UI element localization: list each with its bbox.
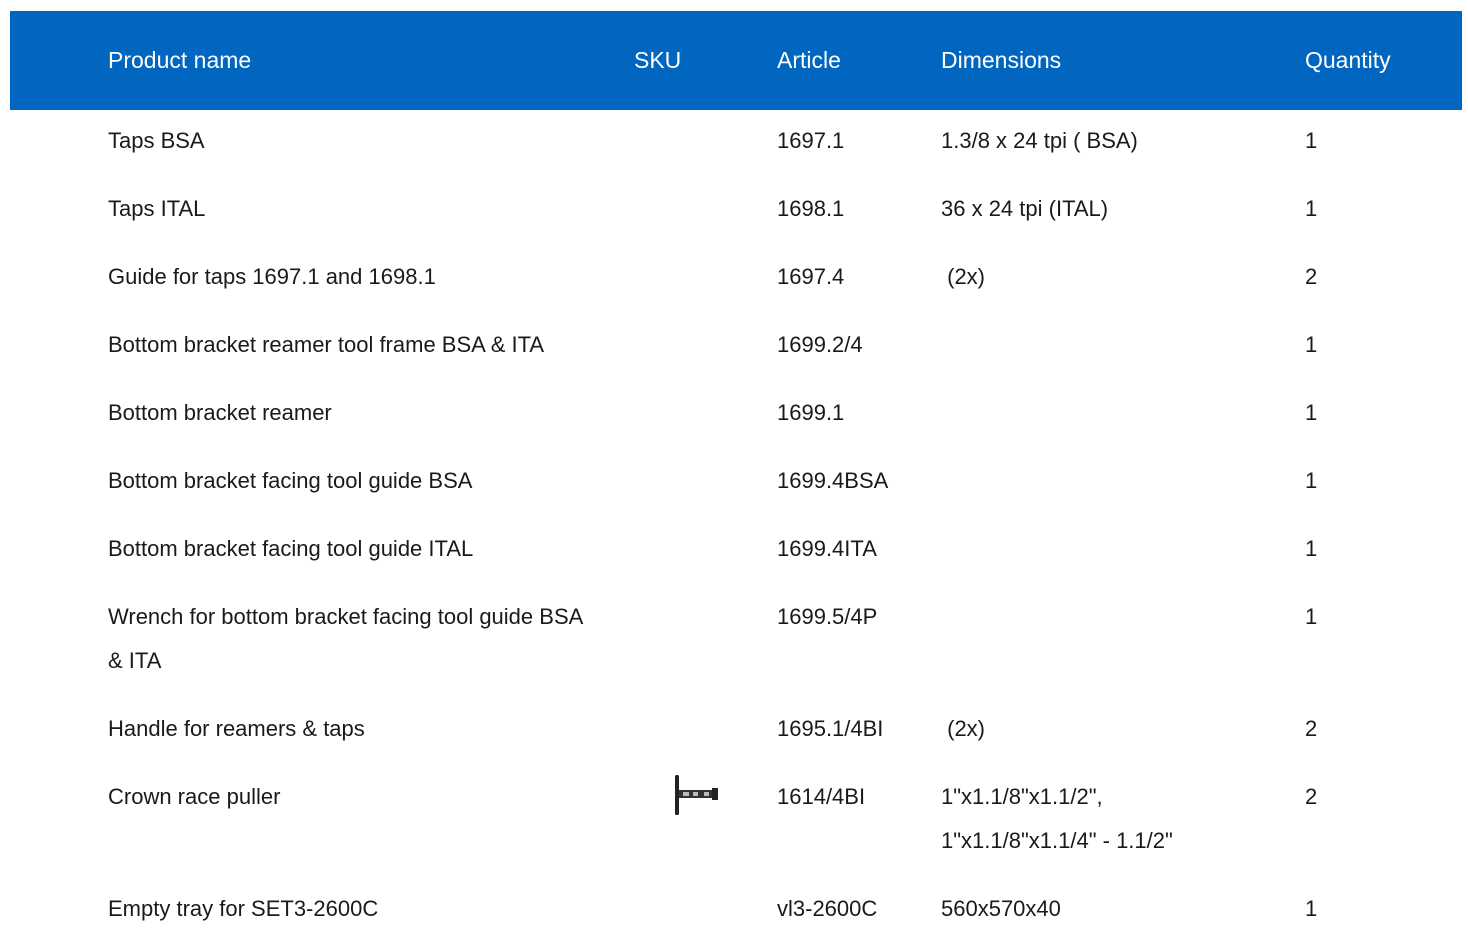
dimension-line: 36 x 24 tpi (ITAL) xyxy=(941,196,1109,221)
product-name-cell: Crown race puller xyxy=(108,784,281,809)
dimensions-cell xyxy=(941,586,1305,698)
dimensions-cell: 1.3/8 x 24 tpi ( BSA) xyxy=(941,110,1305,178)
article-cell: 1699.4ITA xyxy=(777,536,877,561)
article-cell: 1699.2/4 xyxy=(777,332,863,357)
table-row: Handle for reamers & taps 1695.1/4BI (2x)… xyxy=(10,698,1462,766)
article-cell: 1699.1 xyxy=(777,400,845,425)
dimensions-cell: 1"x1.1/8"x1.1/2", 1"x1.1/8"x1.1/4" - 1.1/… xyxy=(941,766,1305,878)
quantity-cell: 1 xyxy=(1305,536,1318,561)
header-article: Article xyxy=(777,47,841,73)
sku-cell xyxy=(634,110,777,178)
article-cell: 1698.1 xyxy=(777,196,845,221)
sku-cell xyxy=(634,450,777,518)
sku-cell xyxy=(634,766,777,878)
dimension-line: 1"x1.1/8"x1.1/2", xyxy=(941,784,1103,809)
sku-cell xyxy=(634,314,777,382)
header-product-name: Product name xyxy=(108,47,252,73)
dimensions-cell: (2x) xyxy=(941,698,1305,766)
table-row: Empty tray for SET3-2600C vl3-2600C 560x57… xyxy=(10,878,1462,946)
article-cell: vl3-2600C xyxy=(777,896,878,921)
article-cell: 1614/4BI xyxy=(777,784,866,809)
quantity-cell: 1 xyxy=(1305,896,1318,921)
sku-cell xyxy=(634,878,777,946)
product-name-cell: Bottom bracket reamer xyxy=(108,400,332,425)
crown-race-puller-icon xyxy=(675,775,718,815)
product-name-cell: Empty tray for SET3-2600C xyxy=(108,896,379,921)
sku-cell xyxy=(634,698,777,766)
product-name-cell: Handle for reamers & taps xyxy=(108,716,365,741)
table-row: Taps BSA 1697.1 1.3/8 x 24 tpi ( BSA) 1 xyxy=(10,110,1462,178)
table-body: Taps BSA 1697.1 1.3/8 x 24 tpi ( BSA) 1 Taps… xyxy=(10,110,1462,946)
dimensions-cell: 560x570x40 xyxy=(941,878,1305,946)
table-row: Wrench for bottom bracket facing tool gu… xyxy=(10,586,1462,698)
header-quantity: Quantity xyxy=(1305,47,1391,73)
quantity-cell: 1 xyxy=(1305,400,1318,425)
article-cell: 1699.4BSA xyxy=(777,468,889,493)
quantity-cell: 2 xyxy=(1305,264,1318,289)
table-row: Bottom bracket facing tool guide ITAL 169… xyxy=(10,518,1462,586)
sku-cell xyxy=(634,518,777,586)
parts-table-container: Product name SKU Article Dimensions Quan… xyxy=(10,11,1462,946)
header-sku: SKU xyxy=(634,47,682,73)
table-row: Bottom bracket reamer 1699.1 1 xyxy=(10,382,1462,450)
article-cell: 1697.4 xyxy=(777,264,845,289)
dimensions-cell xyxy=(941,518,1305,586)
article-cell: 1695.1/4BI xyxy=(777,716,884,741)
product-name-cell: Taps ITAL xyxy=(108,196,206,221)
dimensions-cell xyxy=(941,450,1305,518)
product-name-cell: Guide for taps 1697.1 and 1698.1 xyxy=(108,264,436,289)
dimension-line: 560x570x40 xyxy=(941,896,1061,921)
table-row: Guide for taps 1697.1 and 1698.1 1697.4 (… xyxy=(10,246,1462,314)
product-name-cell: Bottom bracket facing tool guide ITAL xyxy=(108,536,474,561)
product-name-cell: Taps BSA xyxy=(108,128,205,153)
table-header: Product name SKU Article Dimensions Quan… xyxy=(10,11,1462,110)
header-dimensions: Dimensions xyxy=(941,47,1062,73)
quantity-cell: 1 xyxy=(1305,332,1318,357)
dimensions-cell xyxy=(941,382,1305,450)
article-cell: 1697.1 xyxy=(777,128,845,153)
dimensions-cell: 36 x 24 tpi (ITAL) xyxy=(941,178,1305,246)
quantity-cell: 1 xyxy=(1305,128,1318,153)
sku-cell xyxy=(634,178,777,246)
sku-cell xyxy=(634,382,777,450)
sku-cell xyxy=(634,586,777,698)
article-cell: 1699.5/4P xyxy=(777,604,878,629)
sku-cell xyxy=(634,246,777,314)
dimensions-cell xyxy=(941,314,1305,382)
dimension-line: 1"x1.1/8"x1.1/4" - 1.1/2" xyxy=(941,828,1173,853)
quantity-cell: 1 xyxy=(1305,196,1318,221)
quantity-cell: 1 xyxy=(1305,604,1318,629)
parts-table: Product name SKU Article Dimensions Quan… xyxy=(10,11,1462,946)
dimension-line: 1.3/8 x 24 tpi ( BSA) xyxy=(941,128,1138,153)
product-name-cell: Bottom bracket reamer tool frame BSA & I… xyxy=(108,332,545,357)
quantity-cell: 2 xyxy=(1305,784,1318,809)
table-row: Crown race puller 1614/4BI 1"x1.1/8"x1.1/2… xyxy=(10,766,1462,878)
table-row: Taps ITAL 1698.1 36 x 24 tpi (ITAL) 1 xyxy=(10,178,1462,246)
product-name-cell: Bottom bracket facing tool guide BSA xyxy=(108,468,473,493)
header-row: Product name SKU Article Dimensions Quan… xyxy=(10,11,1462,110)
dimensions-cell: (2x) xyxy=(941,246,1305,314)
quantity-cell: 1 xyxy=(1305,468,1318,493)
table-row: Bottom bracket facing tool guide BSA 1699… xyxy=(10,450,1462,518)
dimension-line: (2x) xyxy=(941,264,985,289)
dimension-line: (2x) xyxy=(941,716,985,741)
product-name-cell: Wrench for bottom bracket facing tool gu… xyxy=(108,604,583,673)
table-row: Bottom bracket reamer tool frame BSA & I… xyxy=(10,314,1462,382)
quantity-cell: 2 xyxy=(1305,716,1318,741)
